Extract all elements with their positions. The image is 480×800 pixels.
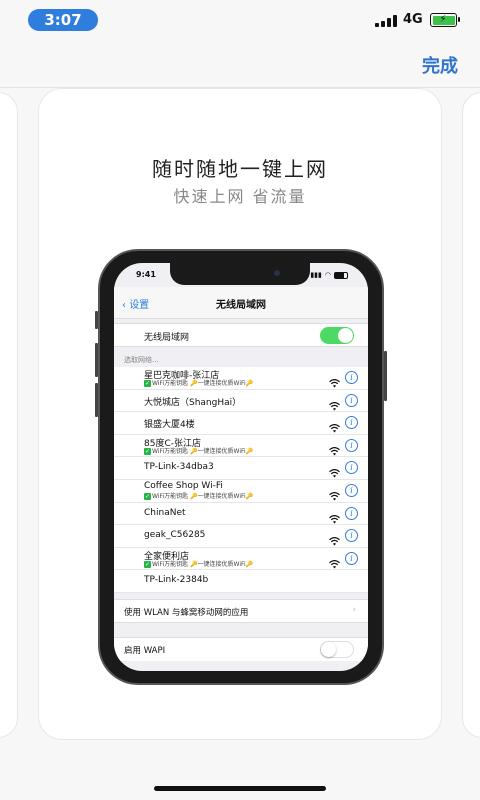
info-icon[interactable]: i [345,529,358,543]
check-icon: ✓ [144,447,151,455]
wifi-icon [329,441,340,456]
wapi-toggle[interactable] [320,641,354,658]
phone-notch [170,263,310,285]
wlan-toggle-row: 无线局域网 [114,323,368,347]
network-name: TP-Link-2384b [144,575,209,586]
network-item[interactable]: geak_C56285 i [114,525,368,548]
card-subtitle: 快速上网 省流量 [173,187,307,206]
network-item[interactable]: Coffee Shop Wi-Fi ✓ WiFi万能钥匙 🔑一键连接优质WiFi🔑 i [114,480,368,503]
network-name: TP-Link-34dba3 [144,462,214,473]
network-item[interactable]: 全家便利店 ✓ WiFi万能钥匙 🔑一键连接优质WiFi🔑 i [114,548,368,571]
wifi-icon [329,509,340,524]
network-name: ChinaNet [144,507,186,518]
card-title: 随时随地一键上网 [152,157,328,181]
apps-label: 使用 WLAN 与蜂窝移动网的应用 [124,608,249,618]
info-icon[interactable]: i [345,461,358,475]
screen-status-icons: ▮▮▮ ◠ [310,271,348,279]
network-subtitle: ✓ WiFi万能钥匙 🔑一键连接优质WiFi🔑 [144,492,254,500]
screen-signal-icon: ▮▮▮ [310,271,322,279]
network-item[interactable]: 85度C-张江店 ✓ WiFi万能钥匙 🔑一键连接优质WiFi🔑 i [114,435,368,458]
wifi-icon [329,396,340,411]
network-name: 银盛大厦4楼 [144,420,195,431]
network-item[interactable]: 星巴克咖啡-张江店 ✓ WiFi万能钥匙 🔑一键连接优质WiFi🔑 i [114,367,368,390]
next-card[interactable] [462,92,480,738]
apps-row[interactable]: 使用 WLAN 与蜂窝移动网的应用 › [114,599,368,623]
info-icon[interactable]: i [345,416,358,430]
wapi-row: 启用 WAPI [114,637,368,661]
info-icon[interactable]: i [345,506,358,520]
chevron-right-icon: › [352,605,356,615]
home-indicator [154,786,326,791]
network-item[interactable]: 银盛大厦4楼 i [114,412,368,435]
wifi-icon [329,373,340,388]
status-bar: 3:07 4G ⚡ [0,0,480,40]
nav-bar: 完成 [0,40,480,88]
signal-icon [375,15,399,27]
wapi-label: 启用 WAPI [124,646,166,656]
phone-screen: 9:41 ▮▮▮ ◠ ‹ 设置 无线局域网 无线局域网 选取网络... 星巴克咖… [114,263,368,671]
network-item[interactable]: TP-Link-2384b [114,570,368,593]
network-name: Coffee Shop Wi-Fi [144,480,223,491]
network-type: 4G [403,12,423,27]
wifi-icon [329,531,340,546]
screen-time: 9:41 [136,270,156,279]
battery-icon: ⚡ [430,13,460,27]
network-name: geak_C56285 [144,530,206,541]
screen-battery-icon [334,271,348,279]
done-button[interactable]: 完成 [422,52,458,78]
network-item[interactable]: TP-Link-34dba3 i [114,457,368,480]
wifi-icon [329,486,340,501]
screen-wifi-icon: ◠ [324,271,331,279]
check-icon: ✓ [144,492,151,500]
wifi-icon [329,554,340,569]
network-subtitle: ✓ WiFi万能钥匙 🔑一键连接优质WiFi🔑 [144,560,254,568]
info-icon[interactable]: i [345,438,358,452]
wifi-icon [329,418,340,433]
network-name: 大悦城店（ShangHai） [144,397,242,408]
network-subtitle: ✓ WiFi万能钥匙 🔑一键连接优质WiFi🔑 [144,447,254,455]
status-time: 3:07 [28,9,98,31]
network-item[interactable]: ChinaNet i [114,503,368,526]
screen-title: 无线局域网 [216,300,266,311]
feature-card: 随时随地一键上网 快速上网 省流量 9:41 ▮▮▮ ◠ ‹ 设置 无线局域网 … [38,88,442,740]
screen-nav: ‹ 设置 无线局域网 [114,287,368,319]
wlan-label: 无线局域网 [144,333,190,343]
network-subtitle: ✓ WiFi万能钥匙 🔑一键连接优质WiFi🔑 [144,380,254,387]
info-icon[interactable]: i [345,551,358,565]
info-icon[interactable]: i [345,371,358,384]
network-list: 星巴克咖啡-张江店 ✓ WiFi万能钥匙 🔑一键连接优质WiFi🔑 i 大悦城店（Sha… [114,367,368,593]
choose-network-label: 选取网络... [124,356,159,364]
prev-card[interactable] [0,92,18,738]
info-icon[interactable]: i [345,393,358,407]
wlan-toggle[interactable] [320,327,354,344]
wifi-icon [329,463,340,478]
network-item[interactable]: 大悦城店（ShangHai） i [114,390,368,413]
check-icon: ✓ [144,380,151,387]
phone-mockup: 9:41 ▮▮▮ ◠ ‹ 设置 无线局域网 无线局域网 选取网络... 星巴克咖… [95,249,387,685]
info-icon[interactable]: i [345,483,358,497]
check-icon: ✓ [144,560,151,568]
